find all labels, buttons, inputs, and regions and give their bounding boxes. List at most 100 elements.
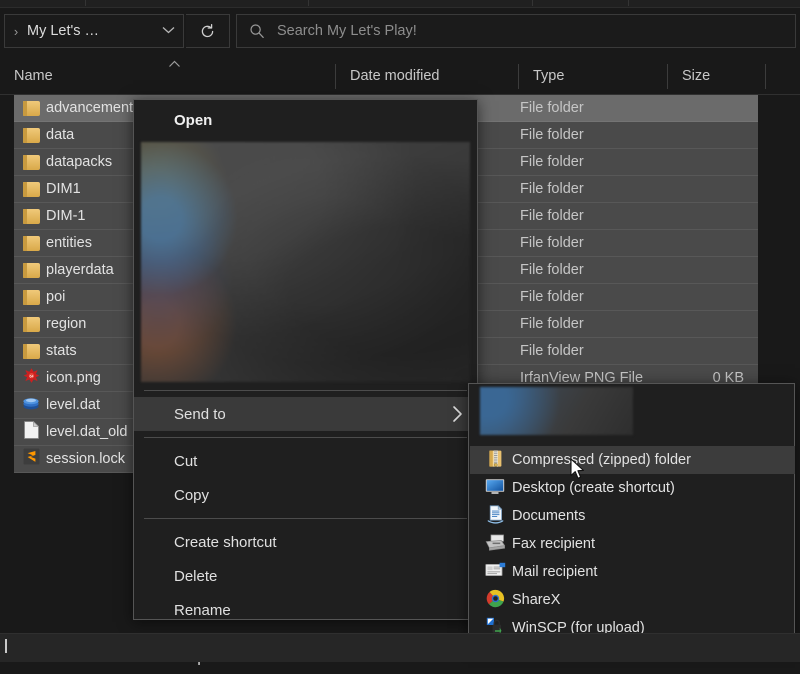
send-to-item-label: Mail recipient [512,564,597,580]
column-divider[interactable] [765,64,766,89]
refresh-icon [199,23,216,40]
file-icon-wrapper [18,206,44,226]
file-icon-wrapper [18,422,44,442]
sharex-icon [486,589,505,612]
search-input[interactable] [277,23,795,39]
context-menu-item-create-shortcut[interactable]: Create shortcut [134,525,477,559]
desktop-icon [485,478,505,499]
context-menu-item-label: Create shortcut [174,534,277,551]
folder-icon [23,236,40,251]
file-name: playerdata [44,262,114,278]
zip-folder-icon [486,449,505,472]
send-to-item-icon-wrapper [478,449,512,471]
file-type: File folder [520,343,584,359]
search-icon [237,23,277,39]
address-bar-path: My Let's … [27,23,153,39]
file-name: DIM1 [44,181,81,197]
send-to-item-label: Desktop (create shortcut) [512,480,675,496]
send-to-item[interactable]: Documents [470,502,795,530]
file-name: poi [44,289,65,305]
send-to-item-icon-wrapper [478,533,512,555]
file-type: File folder [520,262,584,278]
send-to-item[interactable]: Compressed (zipped) folder [470,446,795,474]
column-header-size[interactable]: Size [668,58,765,94]
folder-icon [23,182,40,197]
navigation-bar: › My Let's … [0,8,800,54]
file-icon-wrapper [18,395,44,415]
file-type: File folder [520,235,584,251]
refresh-button[interactable] [186,14,230,48]
send-to-item-label: Compressed (zipped) folder [512,452,691,468]
file-type: File folder [520,181,584,197]
ribbon-divider [85,0,86,6]
file-type: File folder [520,100,584,116]
send-to-item-icon-wrapper [478,505,512,527]
send-to-item-label: Fax recipient [512,536,595,552]
submenu-preview-thumbnail [480,387,633,435]
ribbon-divider [628,0,629,6]
context-menu-item-delete[interactable]: Delete [134,559,477,593]
ribbon-divider [308,0,309,6]
column-header-date-modified[interactable]: Date modified [336,58,518,94]
column-divider[interactable] [667,64,668,89]
context-menu-preview-thumbnail [141,142,470,382]
generic-file-icon [24,421,39,444]
context-menu-item-label: Cut [174,453,197,470]
column-headers: Name Date modified Type Size [0,58,800,95]
context-menu-item-label: Copy [174,487,209,504]
file-icon-wrapper: 64 [18,368,44,388]
chevron-right-icon [452,406,463,423]
context-menu-item-copy[interactable]: Copy [134,478,477,512]
file-name: level.dat [44,397,100,413]
context-menu-item-rename[interactable]: Rename [134,593,477,627]
chevron-right-icon: › [5,25,27,38]
folder-icon [23,344,40,359]
folder-icon [23,263,40,278]
send-to-submenu: Compressed (zipped) folder Desktop (creat… [468,383,795,645]
menu-separator [144,390,467,391]
send-to-item[interactable]: Fax recipient [470,530,795,558]
send-to-item-label: ShareX [512,592,560,608]
send-to-item[interactable]: Desktop (create shortcut) [470,474,795,502]
context-menu-item-open[interactable]: Open [134,100,477,140]
address-bar[interactable]: › My Let's … [4,14,184,48]
file-icon-wrapper [18,341,44,361]
send-to-item-icon-wrapper [478,477,512,499]
context-menu-item-cut[interactable]: Cut [134,444,477,478]
column-divider[interactable] [518,64,519,89]
file-name: DIM-1 [44,208,85,224]
folder-icon [23,155,40,170]
file-icon-wrapper [18,179,44,199]
file-type: File folder [520,316,584,332]
file-name: advancements [44,100,140,116]
file-type: File folder [520,208,584,224]
chevron-down-icon[interactable] [153,25,183,37]
file-name: level.dat_old [44,424,127,440]
context-menu-item-label: Delete [174,568,217,585]
send-to-item[interactable]: ShareX [470,586,795,614]
file-name: session.lock [44,451,125,467]
context-menu-item-label: Send to [174,406,226,423]
svg-text:64: 64 [29,374,33,378]
context-menu-item-send-to[interactable]: Send to [134,397,477,431]
fax-icon [485,534,506,555]
irfanview-png-icon: 64 [23,367,40,389]
search-box[interactable] [236,14,796,48]
file-name: data [44,127,74,143]
file-icon-wrapper [18,449,44,469]
ribbon-sliver [0,0,800,8]
send-to-item-icon-wrapper [478,589,512,611]
folder-icon [23,209,40,224]
menu-separator [144,518,467,519]
file-type: File folder [520,154,584,170]
column-header-type[interactable]: Type [519,58,667,94]
send-to-item[interactable]: Mail recipient [470,558,795,586]
column-divider[interactable] [335,64,336,89]
file-name: entities [44,235,92,251]
documents-icon [487,505,504,528]
sort-ascending-icon [168,60,181,71]
folder-icon [23,101,40,116]
ribbon-divider [532,0,533,6]
file-icon-wrapper [18,287,44,307]
nbt-dat-icon [22,395,40,416]
